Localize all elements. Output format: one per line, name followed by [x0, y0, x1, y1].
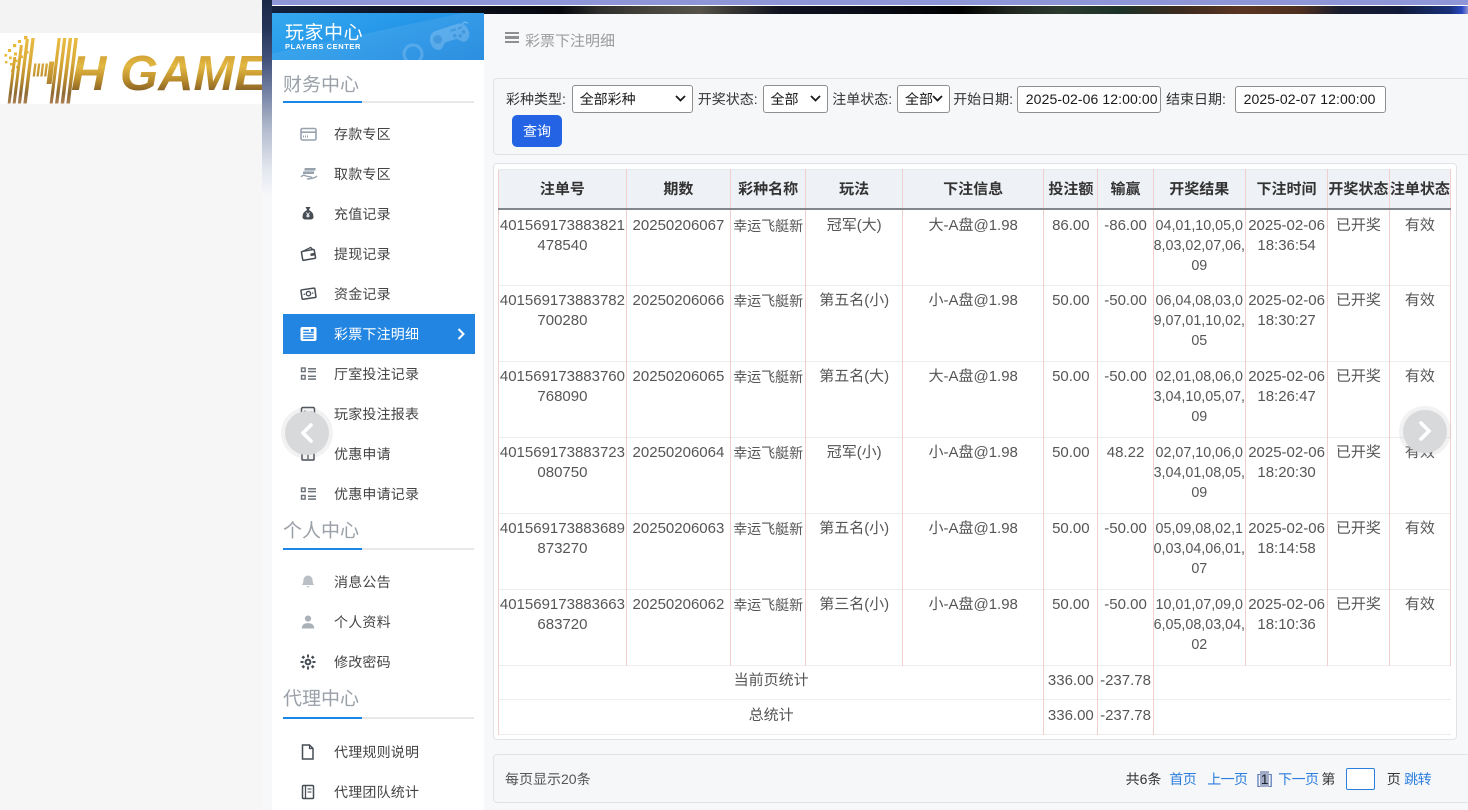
svg-text:H GAME: H GAME	[71, 47, 262, 101]
svg-text:¥: ¥	[306, 212, 310, 219]
